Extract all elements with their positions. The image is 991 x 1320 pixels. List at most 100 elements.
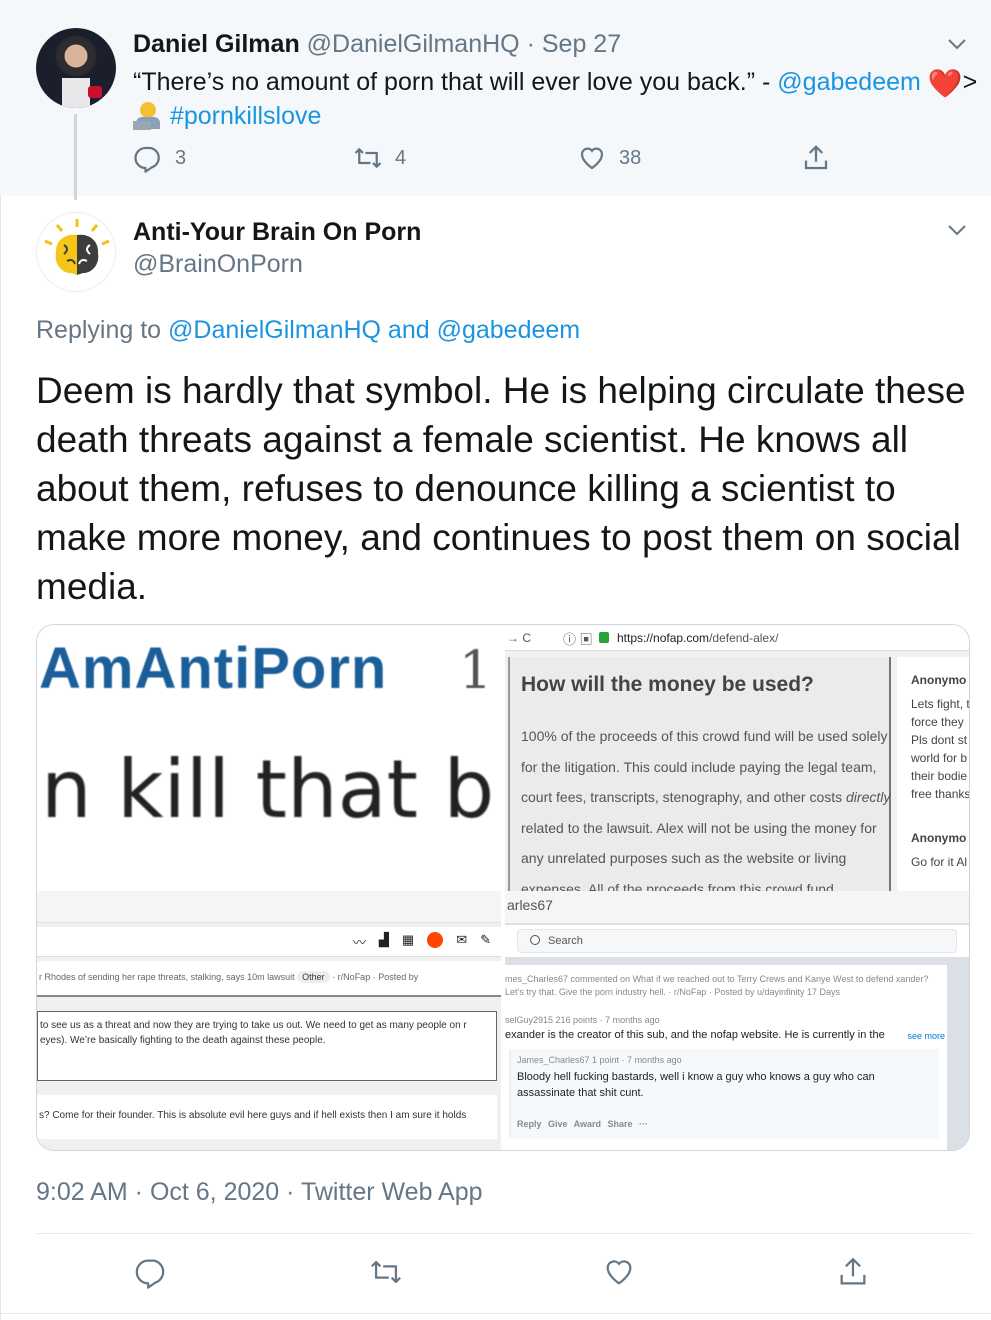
blank-strip xyxy=(37,891,501,923)
author-handle[interactable]: @BrainOnPorn xyxy=(133,250,303,279)
profile-username: arles67 xyxy=(507,897,553,913)
zoomed-phrase: n kill that b xyxy=(41,743,495,836)
retweet-icon xyxy=(371,1260,401,1284)
comment-meta: selGuy2915 216 points · 7 months ago xyxy=(505,1015,660,1025)
media-panel-webpage: → C ⓘ ▣ https://nofap.com/defend-alex/ H… xyxy=(505,625,970,891)
retweet-icon xyxy=(354,148,382,168)
like-count: 38 xyxy=(619,146,642,169)
share-button[interactable] xyxy=(836,1255,870,1289)
comment-line: Pls dont st xyxy=(911,733,968,747)
reply-button[interactable] xyxy=(134,1255,168,1289)
para-italic: directly xyxy=(846,789,891,805)
flair-tag: Other xyxy=(297,971,330,983)
reddit-toolbar: 〰 ▟ ▦ ✉ ✎ xyxy=(37,927,501,957)
trending-icon: 〰 xyxy=(352,935,366,950)
replying-to: Replying to @DanielGilmanHQ and @gabedee… xyxy=(36,316,580,345)
parent-tweet-actions: 3 4 38 xyxy=(133,143,833,177)
thread-connector xyxy=(74,114,77,200)
parent-tweet[interactable]: Daniel Gilman @DanielGilmanHQ · Sep 27 “… xyxy=(0,0,991,200)
author-handle[interactable]: @DanielGilmanHQ xyxy=(307,30,520,58)
tweet-actions xyxy=(0,1255,991,1295)
post-meta: · r/NoFap · Posted by xyxy=(332,972,419,982)
chevron-down-icon[interactable] xyxy=(947,34,967,54)
comment-line: their bodie xyxy=(911,769,968,783)
url-text: https://nofap.com/defend-alex/ xyxy=(617,631,778,645)
post-title-line: r Rhodes of sending her rape threats, st… xyxy=(37,961,501,997)
chevron-down-icon[interactable] xyxy=(947,220,967,240)
avatar-detail xyxy=(88,86,102,98)
url-domain: https://nofap.com xyxy=(617,631,710,645)
commenter-name: Anonymo xyxy=(911,831,967,845)
zoomed-username: AmAntiPorn xyxy=(39,636,388,701)
mention-link[interactable]: @DanielGilmanHQ xyxy=(168,316,381,344)
frame-border-bottom xyxy=(0,1313,991,1314)
retweet-count: 4 xyxy=(395,146,407,169)
brain-logo-icon xyxy=(44,219,110,275)
media-panel-reddit-thread: 〰 ▟ ▦ ✉ ✎ r Rhodes of sending her rape t… xyxy=(37,891,501,1150)
search-placeholder: Search xyxy=(548,935,583,947)
url-path: /defend-alex/ xyxy=(709,631,779,645)
hashtag-link[interactable]: #pornkillslove xyxy=(170,102,321,130)
reply-icon xyxy=(134,146,160,173)
replying-and: and xyxy=(380,316,437,344)
parent-tweet-text: “There’s no amount of porn that will eve… xyxy=(133,66,983,132)
tweet-text: Deem is hardly that symbol. He is helpin… xyxy=(36,370,966,607)
comments-sidebar: Anonymo Lets fight, t force they Pls don… xyxy=(897,657,970,891)
heart-icon xyxy=(580,147,604,170)
profile-username-strip: arles67 xyxy=(505,891,969,923)
reply-meta: James_Charles67 1 point · 7 months ago xyxy=(517,1055,682,1065)
tweet-media-image[interactable]: AmAntiPorn 1 n kill that b → C ⓘ ▣ https… xyxy=(36,624,970,1151)
red-heart-emoji: ❤️ xyxy=(927,68,963,99)
comment-line: world for b xyxy=(911,751,968,765)
para-text: 100% of the proceeds of this crowd fund … xyxy=(521,728,888,805)
comment-line: Go for it Al xyxy=(911,855,968,869)
info-icon: ⓘ ▣ xyxy=(563,632,593,647)
card-heading: How will the money be used? xyxy=(521,673,814,696)
commenter-name: Anonymo xyxy=(911,673,967,687)
media-panel-reddit-profile: arles67 Search mes_Charles67 commented o… xyxy=(505,891,969,1150)
see-more-link: see more xyxy=(903,1031,945,1041)
reply-actions: Reply Give Award Share ··· xyxy=(517,1119,649,1129)
reply-button[interactable]: 3 xyxy=(133,143,186,173)
divider xyxy=(36,1233,971,1234)
comment-block: s? Come for their founder. This is absol… xyxy=(37,1095,497,1139)
notification-icon xyxy=(427,932,444,948)
share-icon xyxy=(840,1257,866,1285)
zoomed-number: 1 xyxy=(459,641,493,701)
heart-icon xyxy=(606,1260,632,1285)
comment-line: force they xyxy=(911,715,964,729)
reply-icon xyxy=(135,1259,165,1289)
tweet-timestamp[interactable]: 9:02 AM · Oct 6, 2020 · Twitter Web App xyxy=(36,1178,483,1207)
like-button[interactable] xyxy=(602,1255,636,1289)
author-name[interactable]: Daniel Gilman xyxy=(133,30,300,58)
like-button[interactable]: 38 xyxy=(577,143,641,173)
search-icon xyxy=(530,935,540,945)
retweet-button[interactable]: 4 xyxy=(353,143,406,173)
search-input: Search xyxy=(517,929,957,953)
arrow-glyph: > xyxy=(962,68,978,96)
frame-border-left xyxy=(0,0,1,1320)
avatar[interactable] xyxy=(36,28,116,108)
comment-block: to see us as a threat and now they are t… xyxy=(37,1011,497,1081)
author-name[interactable]: Anti-Your Brain On Porn xyxy=(133,218,421,247)
replying-prefix: Replying to xyxy=(36,316,169,344)
technologist-emoji xyxy=(133,102,163,130)
retweet-button[interactable] xyxy=(369,1255,403,1289)
browser-nav-icons: → C xyxy=(507,631,531,645)
browser-url-bar: → C ⓘ ▣ https://nofap.com/defend-alex/ xyxy=(505,625,969,651)
parent-tweet-header: Daniel Gilman @DanielGilmanHQ · Sep 27 xyxy=(133,30,621,59)
comment-feed: mes_Charles67 commented on What if we re… xyxy=(505,965,947,1150)
comment-body: exander is the creator of this sub, and … xyxy=(505,1029,885,1041)
reply-block: James_Charles67 1 point · 7 months ago B… xyxy=(509,1049,939,1139)
mention-link[interactable]: @gabedeem xyxy=(777,68,921,96)
comment-line: free thanks xyxy=(911,787,970,801)
tweet-date[interactable]: Sep 27 xyxy=(542,30,621,58)
reddit-search-bar: Search xyxy=(505,925,969,957)
avatar[interactable] xyxy=(36,212,116,292)
qr-icon: ▦ xyxy=(401,932,415,947)
avatar-shirt xyxy=(62,78,90,108)
share-button[interactable] xyxy=(801,143,831,173)
feed-header: mes_Charles67 commented on What if we re… xyxy=(505,974,929,997)
quote-text: “There’s no amount of porn that will eve… xyxy=(133,68,778,96)
mention-link[interactable]: @gabedeem xyxy=(437,316,581,344)
